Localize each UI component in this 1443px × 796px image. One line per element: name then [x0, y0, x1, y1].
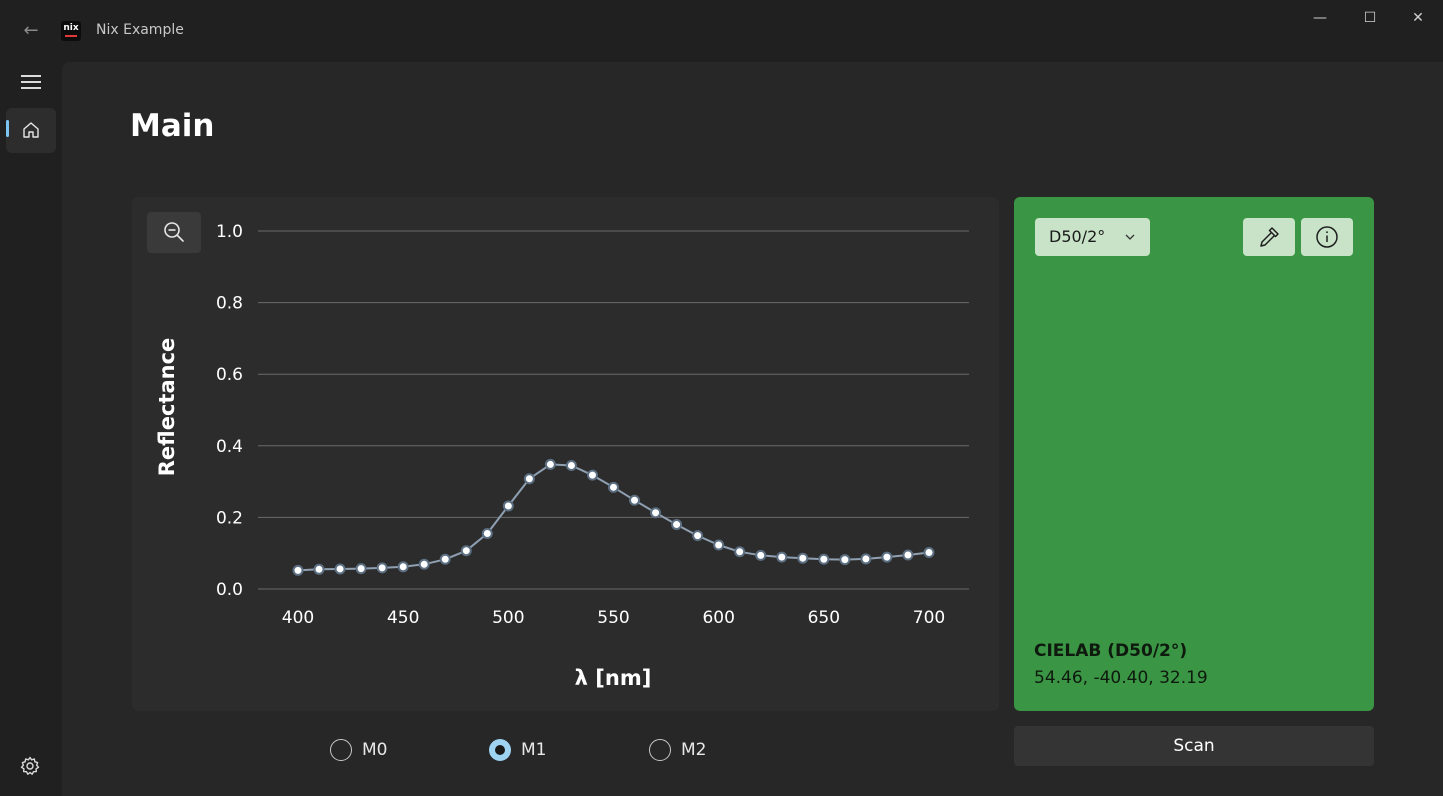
nav-item-home[interactable] [6, 108, 56, 153]
y-tick-label: 0.0 [216, 580, 243, 600]
data-point [839, 554, 851, 566]
radio-m0-label: M0 [362, 740, 388, 760]
minimize-button[interactable]: — [1306, 8, 1334, 28]
data-point [292, 564, 304, 576]
back-button[interactable]: ← [18, 20, 44, 42]
data-point [776, 551, 788, 563]
radio-m0-circle[interactable] [330, 739, 352, 761]
data-point [523, 473, 535, 485]
radio-m2-label: M2 [681, 740, 707, 760]
data-point [902, 549, 914, 561]
close-button[interactable]: ✕ [1404, 8, 1432, 28]
color-swatch-card: D50/2° CIELAB (D50/2°) 54.46, -40.40, 32… [1014, 197, 1374, 711]
data-point [334, 563, 346, 575]
data-point [923, 546, 935, 558]
chevron-down-icon [1124, 218, 1136, 272]
y-tick-label: 0.4 [216, 437, 243, 457]
nav-item-settings[interactable] [19, 755, 43, 779]
info-icon [1316, 226, 1338, 248]
data-point [502, 500, 514, 512]
data-point [376, 562, 388, 574]
info-button[interactable] [1301, 218, 1353, 256]
radio-m1-label: M1 [521, 740, 547, 760]
x-tick-label: 500 [492, 608, 524, 628]
app-title: Nix Example [96, 22, 184, 38]
x-tick-label: 600 [702, 608, 734, 628]
y-tick-label: 0.6 [216, 365, 243, 385]
x-tick-label: 550 [597, 608, 629, 628]
data-point [629, 494, 641, 506]
data-point [586, 469, 598, 481]
y-tick-label: 0.2 [216, 508, 243, 528]
x-tick-label: 450 [387, 608, 419, 628]
page-title: Main [130, 108, 215, 144]
app-logo: nix [61, 21, 81, 41]
x-axis-label: λ [nm] [575, 666, 652, 690]
selection-indicator [6, 120, 9, 137]
data-point [313, 563, 325, 575]
data-point [797, 552, 809, 564]
data-point [397, 561, 409, 573]
data-point [439, 553, 451, 565]
radio-m1-circle[interactable] [489, 739, 511, 761]
data-point [692, 530, 704, 542]
data-point [671, 519, 683, 531]
data-point [460, 545, 472, 557]
illuminant-value: D50/2° [1049, 227, 1106, 246]
cielab-title: CIELAB (D50/2°) [1034, 641, 1188, 661]
x-tick-label: 700 [913, 608, 945, 628]
data-point [713, 539, 725, 551]
hamburger-menu-icon[interactable] [19, 72, 43, 92]
title-bar: ← nix Nix Example — ☐ ✕ [0, 0, 1443, 62]
data-point [818, 553, 830, 565]
app-logo-text: nix [63, 23, 79, 33]
data-point [734, 546, 746, 558]
y-axis-label: Reflectance [155, 338, 179, 477]
data-point [881, 551, 893, 563]
data-point [418, 558, 430, 570]
navigation-pane [0, 62, 62, 796]
measurement-mode-group: M0 M1 M2 [62, 734, 1012, 766]
data-point [650, 507, 662, 519]
data-point [355, 563, 367, 575]
illuminant-dropdown[interactable]: D50/2° [1035, 218, 1150, 256]
spectrum-chart-card: 0.0 0.2 0.4 0.6 0.8 1.0 400 450 500 550 600 650 700 λ… [132, 197, 999, 711]
radio-m1[interactable]: M1 [489, 734, 546, 766]
x-tick-label: 650 [808, 608, 840, 628]
radio-m0[interactable]: M0 [330, 734, 387, 766]
cielab-values: 54.46, -40.40, 32.19 [1034, 668, 1208, 688]
data-point [565, 459, 577, 471]
zoom-out-icon [164, 222, 184, 242]
x-tick-label: 400 [282, 608, 314, 628]
y-tick-label: 0.8 [216, 294, 243, 314]
color-picker-button[interactable] [1243, 218, 1295, 256]
radio-m2[interactable]: M2 [649, 734, 706, 766]
home-icon [23, 122, 39, 138]
data-point [755, 549, 767, 561]
zoom-out-button[interactable] [147, 212, 201, 253]
y-tick-label: 1.0 [216, 222, 243, 242]
data-point [544, 458, 556, 470]
gear-icon [20, 756, 40, 775]
eyedropper-icon [1260, 227, 1279, 247]
content-area: Main 0.0 0.2 0.4 0.6 0.8 1.0 400 450 500 550 600 65… [62, 62, 1443, 796]
data-point [481, 528, 493, 540]
scan-button[interactable]: Scan [1014, 726, 1374, 766]
data-point [860, 553, 872, 565]
data-point [608, 481, 619, 493]
radio-m2-circle[interactable] [649, 739, 671, 761]
maximize-button[interactable]: ☐ [1356, 8, 1384, 28]
spectrum-chart: 0.0 0.2 0.4 0.6 0.8 1.0 400 450 500 550 600 650 700 λ… [155, 222, 969, 690]
